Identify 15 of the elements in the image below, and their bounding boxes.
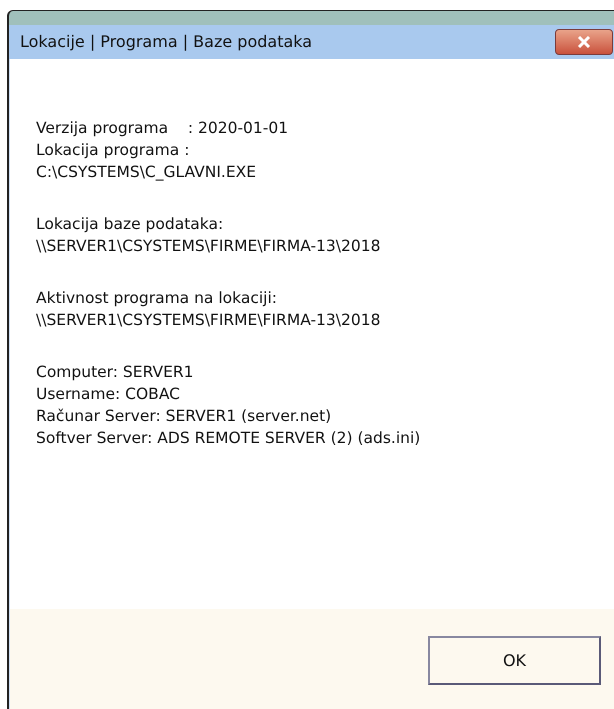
window-title: Lokacije | Programa | Baze podataka <box>20 31 312 53</box>
info-line: Lokacija baze podataka: <box>36 214 224 235</box>
info-line: Lokacija programa : <box>36 140 190 161</box>
info-line: Softver Server: ADS REMOTE SERVER (2) (ads.ini) <box>36 428 422 449</box>
info-line: \\SERVER1\CSYSTEMS\FIRME\FIRMA-13\2018 <box>36 310 382 331</box>
info-line: Computer: SERVER1 <box>36 362 195 383</box>
close-icon <box>577 36 591 48</box>
info-line: Verzija programa : 2020-01-01 <box>36 118 290 139</box>
info-line: C:\CSYSTEMS\C_GLAVNI.EXE <box>36 162 258 183</box>
info-line: \\SERVER1\CSYSTEMS\FIRME\FIRMA-13\2018 <box>36 236 382 257</box>
ok-button[interactable]: OK <box>428 636 601 685</box>
close-button[interactable] <box>555 29 613 55</box>
info-line: Aktivnost programa na lokaciji: <box>36 288 278 309</box>
info-line: Računar Server: SERVER1 (server.net) <box>36 406 332 427</box>
info-line: Username: COBAC <box>36 384 181 405</box>
